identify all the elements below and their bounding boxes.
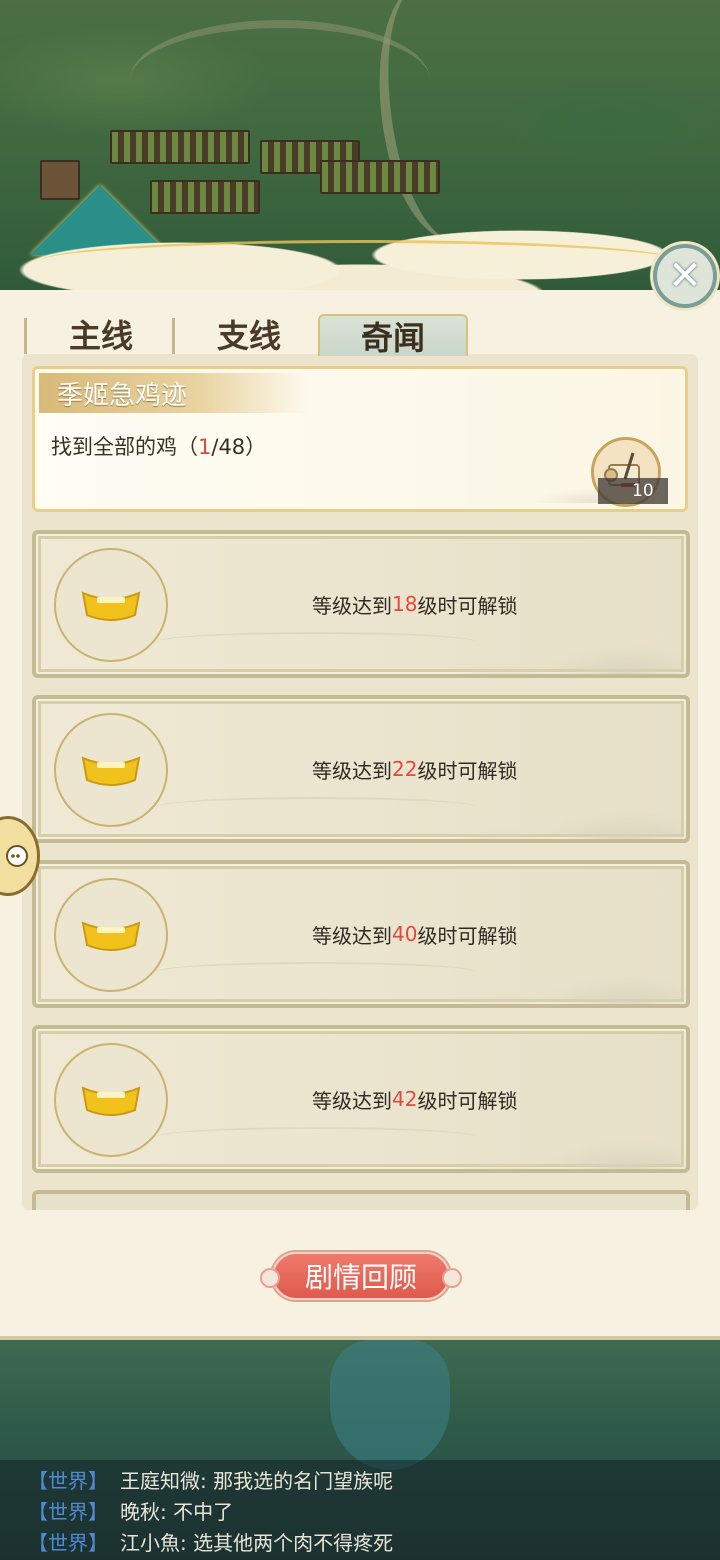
cloud-decoration: [0, 200, 720, 300]
chat-text: 王庭知微: 那我选的名门望族呢: [120, 1469, 394, 1493]
farm-plot: [110, 130, 250, 164]
unlock-prefix: 等级达到: [312, 758, 392, 783]
story-review-button[interactable]: 剧情回顾: [260, 1252, 462, 1300]
unlock-suffix: 级时可解锁: [417, 593, 518, 618]
unlock-level: 42: [392, 1087, 418, 1111]
unlock-level: 18: [392, 592, 418, 616]
tab-curiosity[interactable]: 奇闻: [318, 314, 468, 357]
tab-side-quest[interactable]: 支线: [204, 312, 294, 356]
chat-text: 江小魚: 选其他两个肉不得疼死: [120, 1531, 394, 1555]
locked-quest-slot: 等级达到 18 级时可解锁: [32, 530, 690, 678]
chat-message: 【世界】 晚秋: 不中了: [28, 1495, 720, 1526]
quest-progress-current: 1: [198, 435, 212, 459]
chat-channel: 【世界】: [28, 1469, 108, 1493]
unlock-level: 40: [392, 922, 418, 946]
lock-badge: [54, 713, 168, 827]
unlock-level: 22: [392, 757, 418, 781]
chat-text: 晚秋: 不中了: [120, 1500, 234, 1524]
unlock-suffix: 级时可解锁: [417, 1088, 518, 1113]
unlock-prefix: 等级达到: [312, 1088, 392, 1113]
lock-badge: [54, 1043, 168, 1157]
locked-quest-slot: 等级达到 22 级时可解锁: [32, 695, 690, 843]
ingot-lock-icon: [81, 921, 141, 951]
ingot-lock-icon: [81, 756, 141, 786]
unlock-requirement: 等级达到 18 级时可解锁: [312, 534, 517, 674]
quest-description: 找到全部的鸡（1/48）: [51, 431, 266, 461]
chat-message: 【世界】 江小魚: 选其他两个肉不得疼死: [28, 1526, 720, 1557]
farm-plot: [320, 160, 440, 194]
ingot-lock-icon: [81, 591, 141, 621]
chat-channel: 【世界】: [28, 1500, 108, 1524]
locked-quest-slot: 等级达到 40 级时可解锁: [32, 860, 690, 1008]
world-map-top: [0, 0, 720, 300]
quest-title: 季姬急鸡迹: [39, 373, 309, 413]
unlock-requirement: 等级达到 40 级时可解锁: [312, 864, 517, 1004]
unlock-prefix: 等级达到: [312, 923, 392, 948]
active-quest-card[interactable]: 季姬急鸡迹 找到全部的鸡（1/48）: [32, 366, 688, 512]
tab-divider: [24, 318, 27, 354]
tab-main-quest[interactable]: 主线: [56, 312, 146, 356]
unlock-requirement: 等级达到 42 级时可解锁: [312, 1029, 517, 1169]
tab-divider: [172, 318, 175, 354]
chat-message: 【世界】 王庭知微: 那我选的名门望族呢: [28, 1464, 720, 1495]
unlock-suffix: 级时可解锁: [417, 923, 518, 948]
locked-quest-slot-partial: [32, 1190, 690, 1210]
unlock-requirement: 等级达到 22 级时可解锁: [312, 699, 517, 839]
locked-quest-slot: 等级达到 42 级时可解锁: [32, 1025, 690, 1173]
quest-desc-prefix: 找到全部的鸡（: [51, 435, 198, 459]
lock-badge: [54, 548, 168, 662]
reward-count: 10: [598, 478, 668, 504]
map-river: [330, 1340, 450, 1470]
ingot-lock-icon: [81, 1086, 141, 1116]
unlock-suffix: 级时可解锁: [417, 758, 518, 783]
lock-badge: [54, 878, 168, 992]
chat-channel: 【世界】: [28, 1531, 108, 1555]
quest-progress-total: /48）: [211, 435, 267, 459]
close-button[interactable]: ✕: [653, 244, 717, 308]
speech-bubble-icon: [6, 845, 28, 867]
map-road: [130, 20, 430, 140]
world-chat-log[interactable]: 【世界】 王庭知微: 那我选的名门望族呢 【世界】 晚秋: 不中了 【世界】 江…: [0, 1460, 720, 1560]
close-icon: ✕: [668, 253, 702, 299]
unlock-prefix: 等级达到: [312, 593, 392, 618]
